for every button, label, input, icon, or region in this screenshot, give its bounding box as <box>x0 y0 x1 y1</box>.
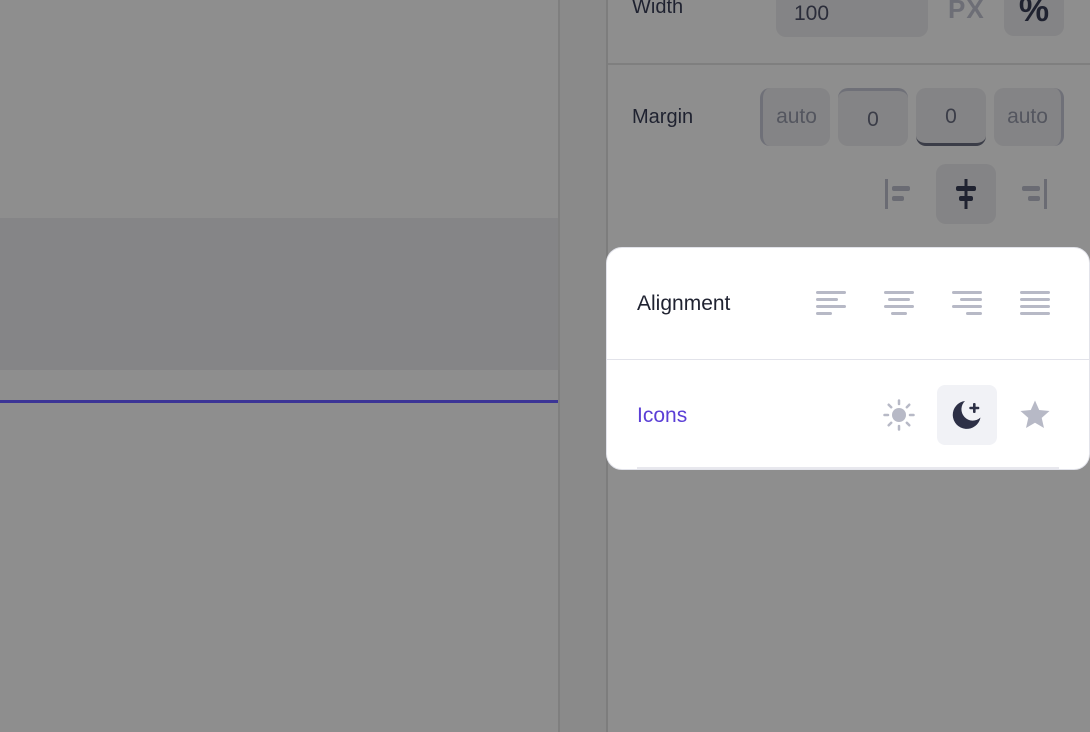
margin-left-input[interactable]: auto <box>760 88 830 146</box>
star-icon <box>1020 400 1050 428</box>
margin-label: Margin <box>632 106 694 128</box>
text-align-center-button[interactable] <box>869 274 929 334</box>
text-align-right-button[interactable] <box>937 274 997 334</box>
star-icon-button[interactable] <box>1005 385 1065 445</box>
moon-icon-button[interactable] <box>937 385 997 445</box>
panel-gutter <box>560 0 606 732</box>
margin-top-input[interactable]: 0 <box>838 88 908 146</box>
text-align-left-button[interactable] <box>801 274 861 334</box>
sun-icon-button[interactable] <box>869 385 929 445</box>
align-center-icon <box>956 179 976 209</box>
align-right-icon <box>1022 179 1047 209</box>
text-align-center-icon <box>884 291 914 315</box>
moon-plus-icon <box>952 401 981 429</box>
block-align-left-button[interactable] <box>870 164 930 224</box>
text-align-justify-icon <box>1020 291 1050 315</box>
alignment-row: Alignment <box>607 248 1089 358</box>
sun-icon <box>883 399 915 431</box>
alignment-label: Alignment <box>637 292 731 315</box>
text-align-left-icon <box>816 291 846 315</box>
icons-row: Icons <box>607 359 1089 469</box>
margin-bottom-input[interactable]: 0 <box>916 88 986 146</box>
block-align-right-button[interactable] <box>1002 164 1062 224</box>
popup-bottom-divider <box>637 467 1059 469</box>
text-align-justify-button[interactable] <box>1005 274 1065 334</box>
width-input[interactable]: 100 <box>776 0 928 37</box>
style-popup: Alignment Icons <box>606 247 1090 470</box>
unit-percent-toggle[interactable]: % <box>1004 0 1064 36</box>
canvas-selected-block[interactable] <box>0 218 558 370</box>
margin-right-input[interactable]: auto <box>994 88 1064 146</box>
unit-px-toggle[interactable]: PX <box>948 0 985 25</box>
text-align-right-icon <box>952 291 982 315</box>
align-left-icon <box>885 179 910 209</box>
width-label: Width <box>632 0 684 18</box>
canvas-selection-line <box>0 400 558 403</box>
editor-canvas[interactable] <box>0 0 558 732</box>
block-align-center-button[interactable] <box>936 164 996 224</box>
section-divider <box>608 63 1090 65</box>
icons-label: Icons <box>637 404 688 427</box>
